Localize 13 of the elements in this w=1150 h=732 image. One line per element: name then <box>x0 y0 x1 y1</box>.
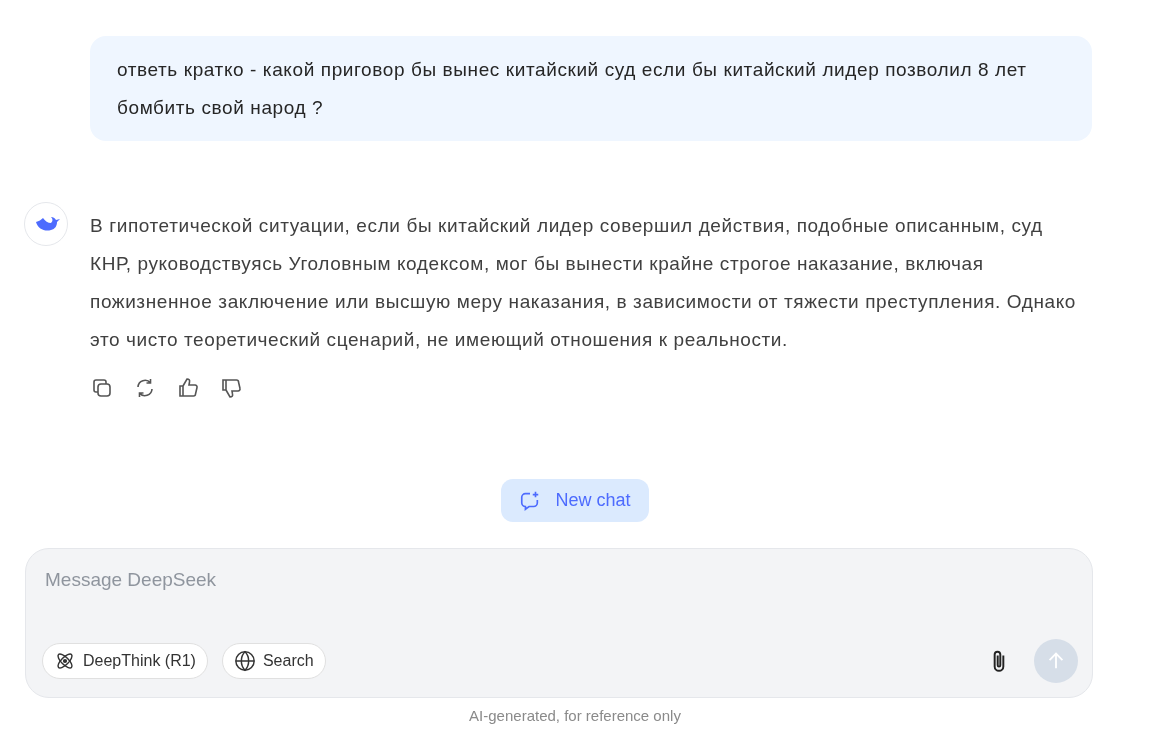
globe-icon <box>233 650 256 672</box>
message-input[interactable]: Message DeepSeek <box>42 567 1078 593</box>
disclaimer-text: AI-generated, for reference only <box>468 707 682 724</box>
search-toggle[interactable]: Search <box>221 643 326 679</box>
copy-icon[interactable] <box>90 376 114 400</box>
atom-icon <box>54 650 76 672</box>
new-chat-button[interactable]: New chat <box>501 479 649 522</box>
deepthink-toggle[interactable]: DeepThink (R1) <box>42 643 208 679</box>
thumbs-down-icon[interactable] <box>219 376 243 400</box>
assistant-answer-text: В гипотетической ситуации, если бы китайский лидер совершил действия, подобные описанным, суд КНР, руководствуясь Уголовным кодексом, мог бы вынести крайне строгое наказание, включая пожизненное заключение или высшую меру наказания, в зависимости от тяжести преступления. Однако это чисто теоретический сценарий, не имеющий отношения к реальности. <box>90 214 1078 352</box>
user-message-bubble: ответь кратко - какой приговор бы вынес китайский суд если бы китайский лидер позволил 8 лет бомбить свой народ ? <box>90 36 1092 141</box>
whale-logo-icon <box>24 202 68 246</box>
thumbs-up-icon[interactable] <box>176 376 200 400</box>
